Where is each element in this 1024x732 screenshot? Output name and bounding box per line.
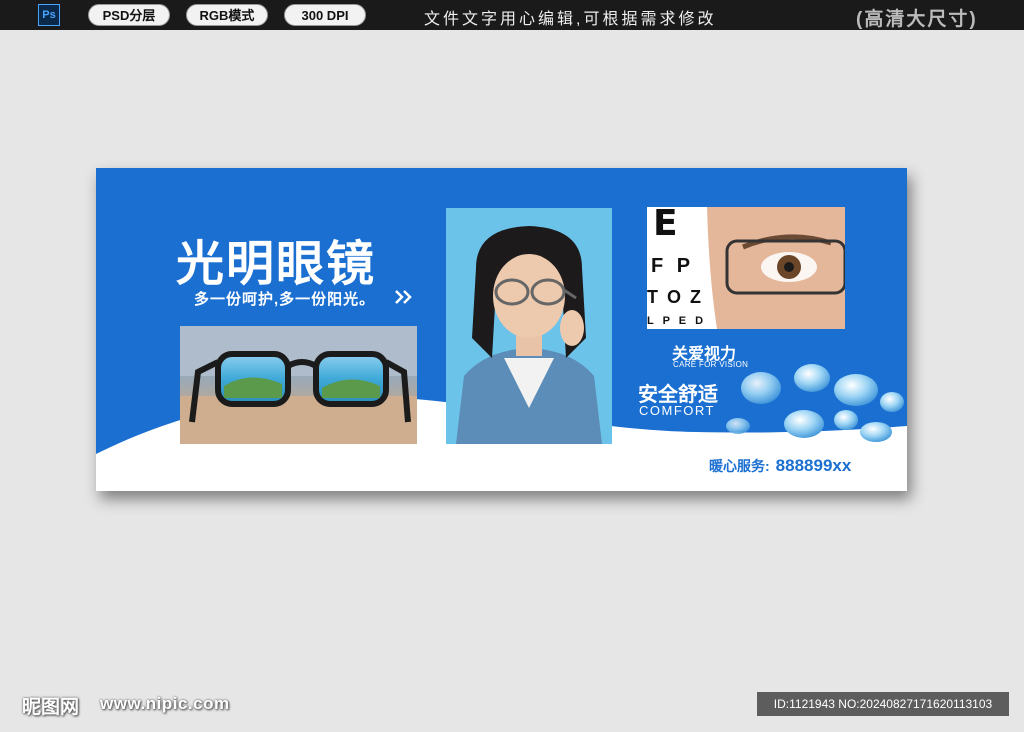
double-chevron-icon [395, 290, 412, 304]
eye-chart-row-1: E [653, 207, 678, 244]
nipic-url: www.nipic.com [100, 694, 230, 713]
glasses-photo [180, 326, 417, 444]
hotline-number: 888899xx [775, 456, 852, 475]
eyeglasses-icon [180, 326, 417, 444]
contact-lenses-icon [726, 364, 904, 442]
nipic-logo: 昵图网 [22, 697, 80, 718]
eye-test-photo: E F P T O Z L P E D [647, 207, 845, 329]
girl-photo [446, 208, 612, 444]
eye-chart-row-3: T O Z [647, 287, 703, 307]
hotline-label: 暖心服务: [709, 458, 770, 474]
girl-portrait-icon [446, 208, 612, 444]
edit-note: 文件文字用心编辑,可根据需求修改 [424, 11, 717, 28]
image-id-box: ID:1121943 NO:20240827171620113103 [757, 692, 1009, 716]
optical-banner: 光明眼镜 多一份呵护,多一份阳光。 E F P T O Z L P E D 关爱… [96, 168, 907, 491]
badge-rgb: RGB模式 [186, 4, 268, 26]
top-toolbar: Ps PSD分层 RGB模式 300 DPI 文件文字用心编辑,可根据需求修改 … [0, 0, 1024, 30]
badge-psd: PSD分层 [88, 4, 170, 26]
comfort-subtitle: COMFORT [639, 403, 715, 418]
badge-dpi: 300 DPI [284, 4, 366, 26]
shop-title: 光明眼镜 [176, 236, 377, 292]
photoshop-icon: Ps [38, 4, 60, 26]
eye-chart-row-4: L P E D [647, 315, 707, 327]
service-hotline: 暖心服务: 888899xx [709, 456, 851, 476]
slogan: 多一份呵护,多一份阳光。 [194, 291, 376, 308]
eye-chart-row-2: F P [651, 255, 695, 277]
size-label: (高清大尺寸) [856, 9, 978, 30]
